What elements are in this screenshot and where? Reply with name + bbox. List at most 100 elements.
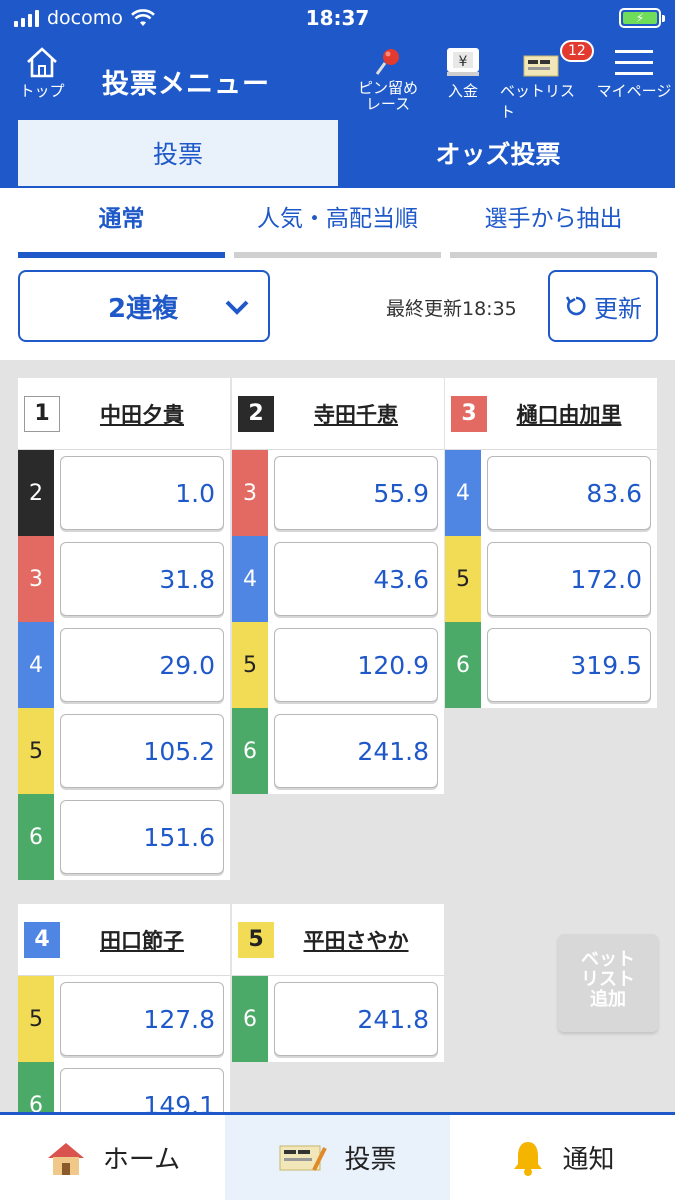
group-5-panel: 5 平田さやか 6 241.8	[232, 904, 444, 1062]
nav-vote[interactable]: 投票	[225, 1115, 450, 1200]
mypage-button[interactable]: マイページ	[596, 44, 672, 101]
chevron-down-icon	[225, 300, 249, 315]
betlist-add-line2: リスト	[581, 969, 635, 990]
bell-icon	[514, 1141, 543, 1176]
pin-label-line2: レース	[365, 95, 411, 113]
odds-button[interactable]: 83.6	[487, 456, 651, 530]
ticket-icon	[279, 1145, 328, 1171]
odds-row: 6 241.8	[232, 708, 444, 794]
nav-home[interactable]: ホーム	[0, 1115, 225, 1200]
odds-button[interactable]: 172.0	[487, 542, 651, 616]
boat-number-badge: 5	[238, 921, 274, 958]
pair-number: 6	[445, 622, 481, 708]
pair-number: 3	[232, 450, 268, 536]
pair-number: 6	[18, 794, 54, 880]
mypage-label: マイページ	[596, 82, 672, 100]
battery-icon: ⚡	[619, 8, 665, 28]
refresh-button[interactable]: 更新	[548, 270, 658, 342]
odds-row: 4 83.6	[445, 450, 657, 536]
racer-name-link[interactable]: 中田夕貴	[60, 399, 230, 429]
betlist-add-line1: ベット	[581, 949, 635, 970]
racer-name-link[interactable]: 樋口由加里	[487, 399, 657, 429]
clock: 18:37	[305, 6, 370, 30]
subtab-normal-label: 通常	[98, 206, 145, 232]
subtab-popular[interactable]: 人気・高配当順	[234, 204, 441, 258]
betlist-button[interactable]: 12 ベットリスト	[500, 40, 594, 122]
odds-button[interactable]: 319.5	[487, 628, 651, 702]
bet-type-select[interactable]: 2連複	[18, 270, 270, 342]
odds-button[interactable]: 1.0	[60, 456, 224, 530]
deposit-button[interactable]: ¥ 入金	[440, 44, 486, 101]
last-update-text: 最終更新18:35	[386, 298, 517, 320]
status-bar: docomo 18:37 ⚡	[0, 0, 675, 36]
odds-button[interactable]: 105.2	[60, 714, 224, 788]
group-header: 4 田口節子	[18, 904, 230, 976]
top-button[interactable]: トップ	[14, 44, 70, 101]
odds-row: 5 172.0	[445, 536, 657, 622]
group-3-panel: 3 樋口由加里 4 83.6 5 172.0 6 319.5	[445, 378, 657, 708]
pair-number: 4	[18, 622, 54, 708]
odds-row: 6 149.1	[18, 1062, 230, 1112]
pair-number: 5	[18, 976, 54, 1062]
group-4-panel: 4 田口節子 5 127.8 6 149.1	[18, 904, 230, 1112]
boat-number-badge: 3	[451, 395, 487, 432]
group-2-panel: 2 寺田千恵 3 55.9 4 43.6 5 120.9 6 241.8	[232, 378, 444, 794]
pinned-race-button[interactable]: ピン留め レース	[352, 46, 424, 112]
yen-symbol: ¥	[459, 54, 468, 70]
odds-controls: 通常 人気・高配当順 選手から抽出 2連複 最終更新18:35 更新	[0, 188, 675, 360]
odds-row: 4 43.6	[232, 536, 444, 622]
pair-number: 6	[232, 976, 268, 1062]
tab-odds-vote[interactable]: オッズ投票	[338, 120, 658, 186]
app-header: トップ 投票メニュー ピン留め レース ¥ 入金 12 ベットリスト マイページ	[0, 36, 675, 122]
pair-number: 5	[445, 536, 481, 622]
odds-button[interactable]: 43.6	[274, 542, 438, 616]
refresh-label: 更新	[594, 294, 642, 323]
pair-number: 4	[445, 450, 481, 536]
pin-icon	[375, 49, 399, 75]
pin-label-line1: ピン留め	[357, 79, 418, 97]
odds-button[interactable]: 241.8	[274, 982, 438, 1056]
subtab-popular-label: 人気・高配当順	[257, 206, 418, 232]
refresh-icon	[565, 296, 586, 316]
odds-button[interactable]: 120.9	[274, 628, 438, 702]
odds-button[interactable]: 241.8	[274, 714, 438, 788]
deposit-icon: ¥	[447, 48, 479, 76]
subtab-by-racer[interactable]: 選手から抽出	[450, 204, 657, 258]
betlist-label: ベットリスト	[500, 82, 576, 121]
racer-name-link[interactable]: 寺田千恵	[274, 399, 444, 429]
odds-button[interactable]: 127.8	[60, 982, 224, 1056]
subtab-normal[interactable]: 通常	[18, 204, 225, 258]
odds-button[interactable]: 55.9	[274, 456, 438, 530]
odds-row: 5 105.2	[18, 708, 230, 794]
top-label: トップ	[19, 82, 65, 100]
nav-notify[interactable]: 通知	[450, 1115, 675, 1200]
home-icon	[27, 47, 57, 78]
nav-vote-label: 投票	[344, 1145, 397, 1175]
subtab-by-racer-label: 選手から抽出	[484, 206, 623, 232]
odds-row: 3 31.8	[18, 536, 230, 622]
odds-button[interactable]: 151.6	[60, 800, 224, 874]
odds-row: 6 151.6	[18, 794, 230, 880]
tab-normal-vote[interactable]: 投票	[18, 120, 338, 186]
odds-row: 5 127.8	[18, 976, 230, 1062]
odds-row: 2 1.0	[18, 450, 230, 536]
odds-row: 6 241.8	[232, 976, 444, 1062]
pair-number: 6	[232, 708, 268, 794]
racer-name-link[interactable]: 田口節子	[60, 925, 230, 955]
pair-number: 4	[232, 536, 268, 622]
group-1-panel: 1 中田夕貴 2 1.0 3 31.8 4 29.0 5 105.2 6 151.6	[18, 378, 230, 880]
boat-number-badge: 2	[238, 395, 274, 432]
odds-button[interactable]: 31.8	[60, 542, 224, 616]
house-icon	[47, 1142, 84, 1175]
group-header: 2 寺田千恵	[232, 378, 444, 450]
betlist-add-button[interactable]: ベット リスト 追加	[558, 934, 658, 1032]
racer-name-link[interactable]: 平田さやか	[274, 925, 444, 955]
odds-button[interactable]: 149.1	[60, 1068, 224, 1112]
bet-type-value: 2連複	[108, 293, 179, 324]
group-header: 5 平田さやか	[232, 904, 444, 976]
odds-button[interactable]: 29.0	[60, 628, 224, 702]
vote-mode-tabs: 投票 オッズ投票	[0, 120, 675, 188]
group-header: 1 中田夕貴	[18, 378, 230, 450]
odds-row: 6 319.5	[445, 622, 657, 708]
group-header: 3 樋口由加里	[445, 378, 657, 450]
